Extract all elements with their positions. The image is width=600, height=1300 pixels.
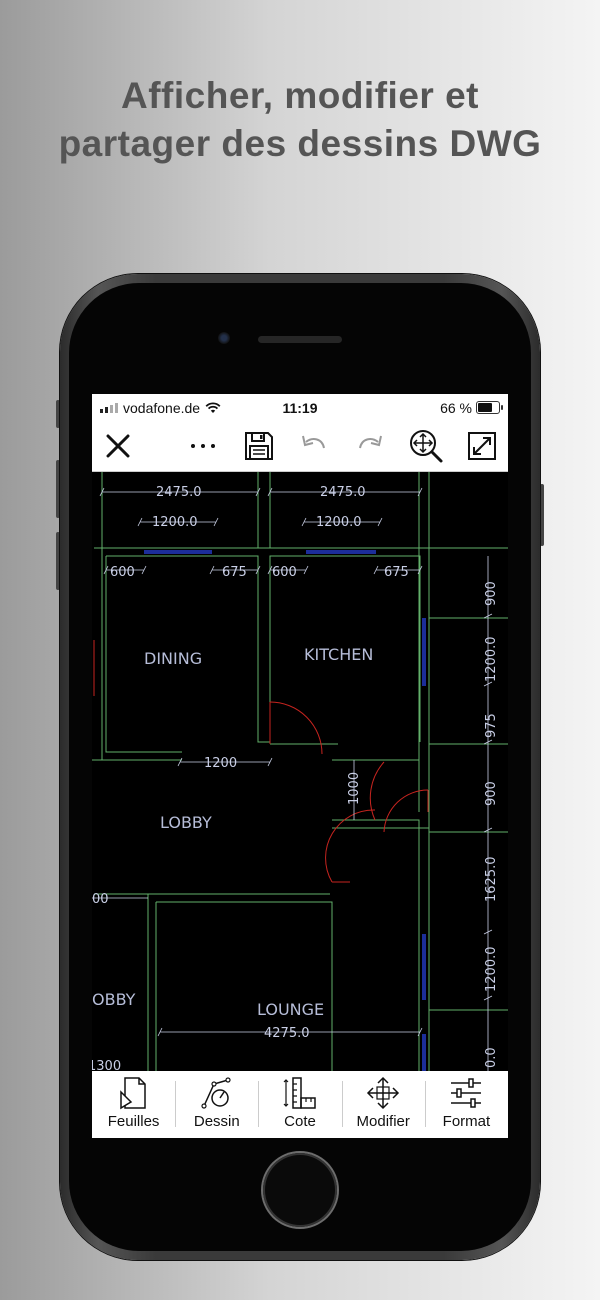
floorplan-drawing[interactable]: DINING KITCHEN LOBBY OBBY LOUNGE 2475.0 …: [92, 472, 508, 1071]
dim-window-right: 1200.0: [316, 515, 362, 530]
close-icon: [106, 434, 130, 458]
app-screen: vodafone.de 11:19 66 % DINING KITCHEN LO…: [92, 394, 508, 1138]
undo-button[interactable]: [294, 426, 334, 466]
redo-icon: [359, 435, 382, 449]
tab-modifier[interactable]: Modifier: [341, 1071, 425, 1138]
dimension-labels: 2475.0 2475.0 1200.0 1200.0 600 675 600 …: [92, 485, 499, 1071]
zoom-pan-icon: [410, 430, 443, 463]
room-lobby-2: OBBY: [92, 990, 136, 1009]
front-camera: [218, 332, 230, 344]
phone-power-button: [540, 484, 544, 546]
dim-right-1200-top: 1200.0: [484, 637, 499, 683]
walls: [92, 472, 508, 1071]
dim-right-900-mid: 900: [484, 781, 499, 806]
dim-right-1625: 1625.0: [484, 857, 499, 903]
room-lounge: LOUNGE: [257, 1000, 324, 1019]
zoom-pan-button[interactable]: [406, 426, 446, 466]
promo-headline: Afficher, modifier et partager des dessi…: [0, 72, 600, 168]
dim-right-975: 975: [484, 713, 499, 738]
more-icon: [191, 444, 215, 448]
status-bar: vodafone.de 11:19 66 %: [92, 394, 508, 421]
tab-feuilles[interactable]: Feuilles: [92, 1071, 175, 1138]
move-icon: [367, 1076, 400, 1110]
format-sliders-icon: [451, 1078, 482, 1108]
dim-right-0: 0.0: [484, 1047, 499, 1068]
room-kitchen: KITCHEN: [304, 645, 373, 664]
close-button[interactable]: [98, 426, 138, 466]
headline-line-2: partager des dessins DWG: [58, 123, 542, 164]
save-button[interactable]: [239, 426, 279, 466]
bottom-toolbar: Feuilles Dessin Cote Modifier Format: [92, 1071, 508, 1138]
save-icon: [245, 432, 273, 460]
earpiece-speaker: [258, 336, 342, 343]
drawing-canvas[interactable]: DINING KITCHEN LOBBY OBBY LOUNGE 2475.0 …: [92, 472, 508, 1071]
undo-icon: [302, 435, 325, 449]
dim-top-left-width: 2475.0: [156, 485, 202, 500]
dim-top-right-width: 2475.0: [320, 485, 366, 500]
dim-dining-bottom: 1200: [204, 756, 237, 771]
tab-cote[interactable]: Cote: [258, 1071, 341, 1138]
draw-icon: [201, 1077, 231, 1109]
room-dining: DINING: [144, 649, 202, 668]
tab-cote-label: Cote: [284, 1113, 316, 1130]
home-button[interactable]: [263, 1153, 337, 1227]
dim-offset-600-left: 600: [110, 565, 135, 580]
tab-dessin[interactable]: Dessin: [175, 1071, 258, 1138]
fullscreen-icon: [468, 432, 496, 460]
dim-offset-675-left: 675: [222, 565, 247, 580]
top-toolbar: [92, 421, 508, 472]
battery-icon: [476, 401, 503, 414]
dim-right-900-top: 900: [484, 581, 499, 606]
headline-line-1: Afficher, modifier et: [121, 75, 479, 116]
room-labels: DINING KITCHEN LOBBY OBBY LOUNGE: [92, 645, 373, 1019]
tab-dessin-label: Dessin: [193, 1113, 240, 1130]
dim-lounge-width: 4275.0: [264, 1026, 310, 1041]
more-button[interactable]: [183, 426, 223, 466]
redo-button[interactable]: [350, 426, 390, 466]
tab-format-label: Format: [442, 1113, 491, 1130]
doors: [93, 640, 429, 883]
dim-window-left: 1200.0: [152, 515, 198, 530]
tab-format[interactable]: Format: [424, 1071, 508, 1138]
dim-door-1000: 1000: [347, 772, 362, 805]
dim-left-1300: 1300: [92, 1059, 121, 1071]
windows: [144, 550, 426, 1071]
battery-percent: 66 %: [440, 400, 472, 416]
dimension-icon: [283, 1077, 316, 1109]
sheets-icon: [119, 1077, 146, 1110]
tab-modifier-label: Modifier: [356, 1113, 410, 1130]
tab-feuilles-label: Feuilles: [107, 1113, 160, 1130]
dim-right-1200-bottom: 1200.0: [484, 947, 499, 993]
fullscreen-button[interactable]: [462, 426, 502, 466]
room-lobby: LOBBY: [160, 813, 212, 832]
dim-offset-600-right: 600: [272, 565, 297, 580]
dim-offset-675-right: 675: [384, 565, 409, 580]
dim-left-00: 00: [92, 892, 109, 907]
